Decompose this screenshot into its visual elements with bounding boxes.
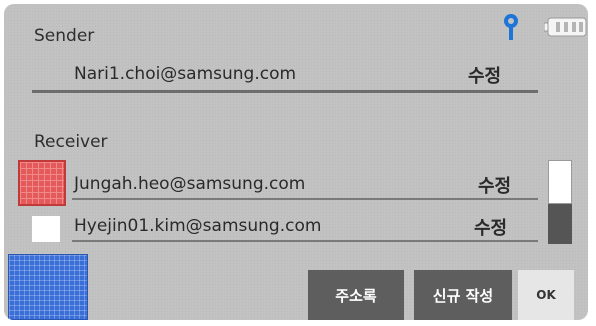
back-button[interactable] <box>8 254 88 320</box>
receiver-row-divider-1 <box>72 198 538 200</box>
scroll-down-button[interactable] <box>548 204 572 244</box>
receiver-email-1[interactable]: Jungah.heo@samsung.com <box>74 174 305 194</box>
send-screen: Sender Nari1.choi@samsung.com 수정 Receive… <box>4 4 588 320</box>
compose-new-button[interactable]: 신규 작성 <box>414 270 512 320</box>
antenna-icon <box>504 14 518 40</box>
sender-email: Nari1.choi@samsung.com <box>74 64 297 84</box>
ok-button[interactable]: OK <box>518 270 574 320</box>
sender-divider <box>32 90 538 93</box>
receiver-label: Receiver <box>34 132 108 152</box>
scroll-up-button[interactable] <box>548 160 572 204</box>
receiver-email-2[interactable]: Hyejin01.kim@samsung.com <box>74 216 321 236</box>
receiver-edit-button-2[interactable]: 수정 <box>474 214 507 240</box>
sender-edit-button[interactable]: 수정 <box>468 62 501 88</box>
address-book-button[interactable]: 주소록 <box>308 270 404 320</box>
battery-icon <box>544 17 587 37</box>
sender-label: Sender <box>34 26 95 46</box>
receiver-checkbox-2[interactable] <box>32 216 60 242</box>
receiver-row-divider-2 <box>72 240 538 242</box>
receiver-checkbox-1[interactable] <box>18 160 66 206</box>
receiver-edit-button-1[interactable]: 수정 <box>478 172 511 198</box>
